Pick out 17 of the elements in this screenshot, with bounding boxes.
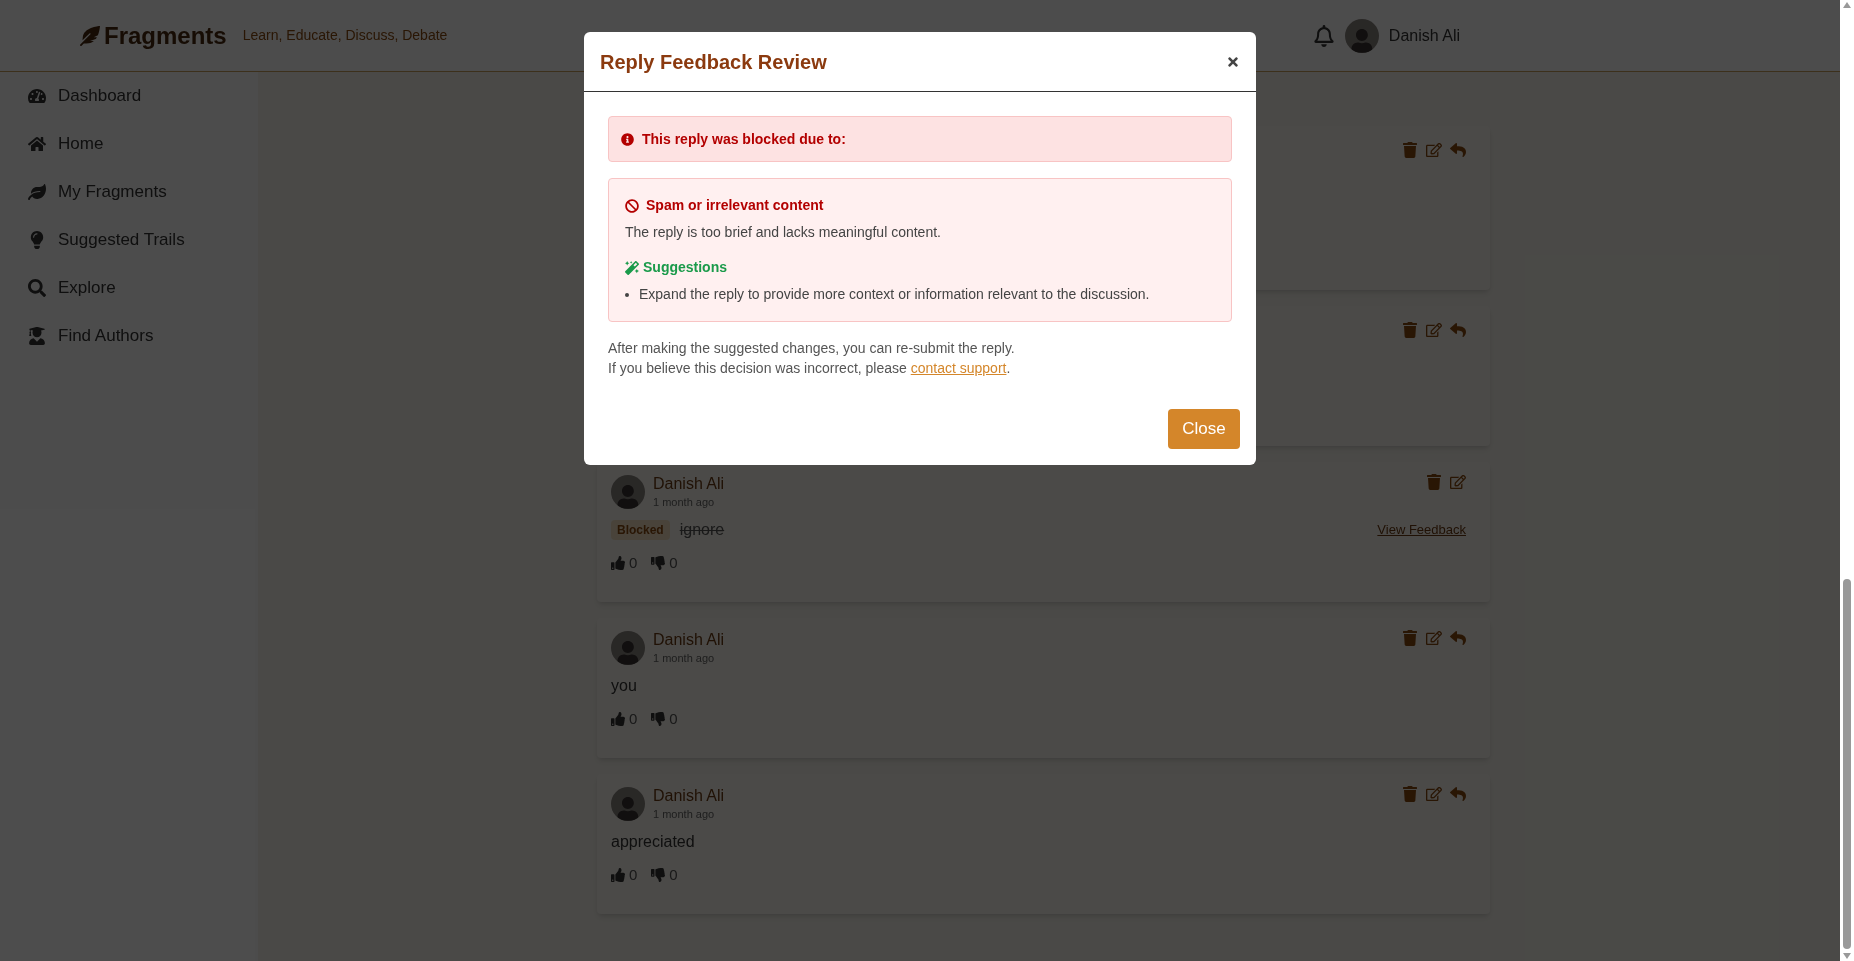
resubmit-note: After making the suggested changes, you can re-submit the reply. [608, 339, 1016, 358]
suggestions-title: Suggestions [643, 258, 727, 277]
ban-icon [625, 198, 639, 213]
magic-wand-icon [625, 260, 639, 275]
tagline: Learn, Educate, Discuss, Debate [242, 26, 448, 45]
suggestion-text: Expand the reply to provide more context or information relevant to the discussion. [639, 285, 1150, 304]
reason-description: The reply is too brief and lacks meaningful content. [625, 223, 942, 242]
support-note: If you believe this decision was incorrect, please contact support. [608, 359, 1012, 378]
comment-text: appreciated [611, 832, 695, 852]
close-icon[interactable] [1226, 54, 1240, 69]
comment-text: you [611, 676, 637, 696]
bullet-icon [625, 292, 629, 297]
reason-title: Spam or irrelevant content [646, 196, 824, 215]
dialog-title: Reply Feedback Review [600, 49, 827, 75]
close-button[interactable]: Close [1168, 409, 1240, 449]
info-icon [621, 132, 634, 146]
alert-text: This reply was blocked due to: [642, 129, 846, 149]
